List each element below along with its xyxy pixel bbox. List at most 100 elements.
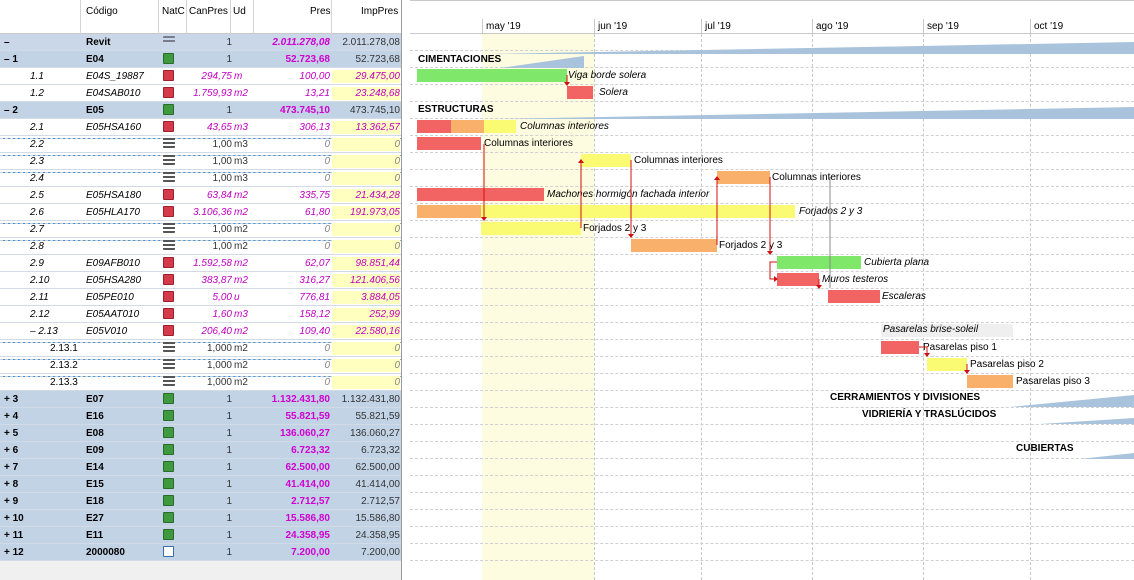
row-unit[interactable]: u [234,291,254,304]
row-price[interactable]: 24.358,95 [256,529,331,542]
row-quantity[interactable]: 1 [180,53,232,66]
row-code[interactable]: E07 [84,393,156,406]
gantt-bar-machones[interactable] [417,188,544,201]
table-row[interactable]: + 8 E15 1 41.414,00 41.414,00 [0,476,401,493]
row-quantity[interactable]: 1,00 [180,155,232,168]
row-price[interactable]: 316,27 [256,274,330,287]
gantt-bar-escaleras[interactable] [828,290,880,303]
row-code[interactable]: E18 [84,495,156,508]
row-quantity[interactable]: 1 [180,410,232,423]
table-row[interactable]: 2.2E05HSA160_011,00m300 [0,136,401,153]
row-code[interactable]: E05V010 [84,325,156,338]
row-code[interactable]: E05 [84,104,156,117]
table-row[interactable]: 2.11 E05PE010 5,00 u 776,81 3.884,05 [0,289,401,306]
summary-wedge-cimentaciones[interactable] [500,56,584,68]
row-unit[interactable]: m3 [234,121,254,134]
row-number[interactable]: 2.8 [0,240,80,253]
row-unit[interactable] [234,495,254,508]
row-unit[interactable]: m3 [234,172,254,185]
gantt-bar-pas3[interactable] [967,375,1013,388]
row-number[interactable]: 2.11 [0,291,80,304]
row-number[interactable]: + 7 [0,461,80,474]
row-price[interactable]: 55.821,59 [256,410,331,423]
col-sep[interactable] [253,0,254,34]
table-row[interactable]: 2.13.1E05V010_041,000m200 [0,340,401,357]
col-header-pres[interactable]: Pres [310,6,331,17]
row-quantity[interactable]: 1,000 [180,342,232,355]
row-number[interactable]: 2.4 [0,172,80,185]
row-quantity[interactable]: 1,000 [180,376,232,389]
table-row[interactable]: 2.3E05HSA160_021,00m300 [0,153,401,170]
table-row[interactable]: + 3 E07 1 1.132.431,80 1.132.431,80 [0,391,401,408]
gantt-bar-col3[interactable] [581,154,631,167]
gantt-bar-muros[interactable] [777,273,819,286]
gantt-bar-cubierta[interactable] [777,256,861,269]
gantt-bar-col4[interactable] [717,171,770,184]
row-price[interactable]: 15.586,80 [256,512,331,525]
row-price[interactable]: 0 [256,376,330,389]
row-price[interactable]: 7.200,00 [256,546,330,559]
row-number[interactable]: 2.7 [0,223,80,236]
row-quantity[interactable]: 1 [180,427,232,440]
row-number[interactable]: + 11 [0,529,80,542]
row-price[interactable]: 61,80 [256,206,330,219]
row-unit[interactable]: m2 [234,87,254,100]
gantt-bar-forj2[interactable] [481,222,581,235]
table-row[interactable]: + 10 E27 1 15.586,80 15.586,80 [0,510,401,527]
gantt-bar-col1-c[interactable] [484,120,516,133]
row-code[interactable]: E05HSA280 [84,274,156,287]
row-quantity[interactable]: 1.759,93 [180,87,232,100]
row-quantity[interactable]: 1 [180,444,232,457]
row-quantity[interactable]: 5,00 [180,291,232,304]
row-unit[interactable] [234,410,254,423]
row-quantity[interactable]: 206,40 [180,325,232,338]
row-price[interactable]: 0 [256,172,330,185]
table-row[interactable]: 2.9 E09AFB010 1.592,58 m2 62,07 98.851,44 [0,255,401,272]
row-number[interactable]: + 4 [0,410,80,423]
col-header-ud[interactable]: Ud [233,6,246,17]
row-price[interactable]: 158,12 [256,308,330,321]
gantt-bar-pas1[interactable] [881,341,919,354]
table-row[interactable]: – 1 E04 1 52.723,68 52.723,68 [0,51,401,68]
row-quantity[interactable]: 1 [180,495,232,508]
row-quantity[interactable]: 1 [180,512,232,525]
row-number[interactable]: 2.6 [0,206,80,219]
row-code[interactable]: E05HLA170 [84,206,156,219]
row-price[interactable]: 52.723,68 [256,53,331,66]
row-number[interactable]: + 8 [0,478,80,491]
summary-wedge-estructuras[interactable] [494,107,1134,119]
row-unit[interactable] [234,444,254,457]
row-number[interactable]: – 1 [0,53,80,66]
table-row[interactable]: + 5 E08 1 136.060,27 136.060,27 [0,425,401,442]
row-number[interactable]: + 5 [0,427,80,440]
row-unit[interactable] [234,53,254,66]
row-price[interactable]: 2.011.278,08 [256,36,330,49]
row-quantity[interactable]: 63,84 [180,189,232,202]
row-number[interactable]: + 6 [0,444,80,457]
row-number[interactable]: 2.9 [0,257,80,270]
row-quantity[interactable]: 383,87 [180,274,232,287]
row-number[interactable]: – [0,36,80,49]
row-quantity[interactable]: 1,60 [180,308,232,321]
row-quantity[interactable]: 1 [180,529,232,542]
table-row[interactable]: 2.6 E05HLA170 3.106,36 m2 61,80 191.973,05 [0,204,401,221]
row-number[interactable]: 1.1 [0,70,80,83]
row-price[interactable]: 0 [256,223,330,236]
row-number[interactable]: – 2 [0,104,80,117]
row-code[interactable]: Revit [84,36,156,49]
row-price[interactable]: 0 [256,138,330,151]
gantt-bar-forj1-c[interactable] [605,205,795,218]
row-unit[interactable] [234,104,254,117]
row-unit[interactable]: m3 [234,138,254,151]
row-quantity[interactable]: 1,00 [180,240,232,253]
col-header-natc[interactable]: NatC [162,6,185,17]
col-sep[interactable] [186,0,187,34]
table-row[interactable]: 1.2 E04SAB010 1.759,93 m2 13,21 23.248,68 [0,85,401,102]
row-unit[interactable] [234,478,254,491]
row-code[interactable]: E09 [84,444,156,457]
gantt-bar-pas2[interactable] [927,358,967,371]
row-code[interactable]: E05AAT010 [84,308,156,321]
summary-wedge-cubiertas[interactable] [1080,447,1134,459]
row-unit[interactable] [234,36,254,49]
row-code[interactable]: 2000080 [84,546,156,559]
